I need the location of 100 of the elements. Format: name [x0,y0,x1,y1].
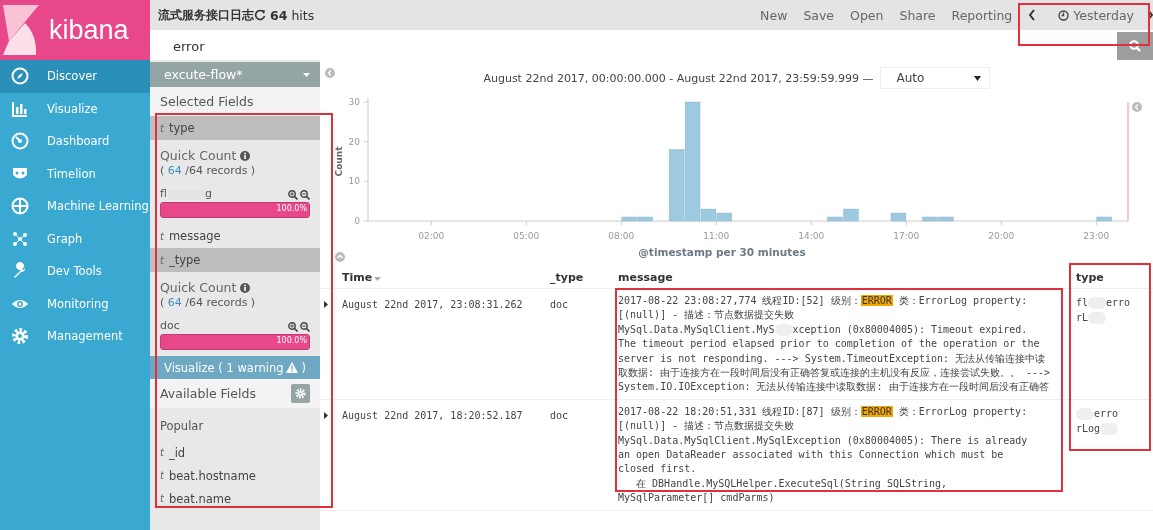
field-type-icon: t [160,493,164,504]
timestamp-text: August 22nd 2017, 23:08:31.262 [342,299,523,310]
time-picker[interactable]: Yesterday [1050,7,1142,23]
histogram-bar[interactable] [827,216,843,222]
column-header[interactable]: message [618,270,673,284]
records-count: ( 64 /64 records ) [160,296,257,309]
histogram-bar[interactable] [890,212,907,222]
field-name[interactable]: t _type [150,248,320,272]
nav-item[interactable]: Dev Tools [0,255,150,288]
zoom-out-icon[interactable] [300,322,310,332]
reload-icon[interactable] [254,9,266,21]
section-heading: Selected Fields [150,87,320,116]
y-tick-label: 20 [348,136,360,147]
settings-icon [295,388,306,399]
x-tick-label: 23:00 [1083,231,1110,241]
x-tick-label: 08:00 [608,231,635,241]
warning-icon [286,362,299,373]
nav-item[interactable]: Machine Learning [0,190,150,223]
field-type-icon: t [160,254,164,266]
zoom-out-icon[interactable] [300,190,310,200]
chevron-left-icon[interactable] [1028,9,1037,21]
x-tick-label: 11:00 [703,231,730,241]
histogram-bar[interactable] [637,216,653,222]
histogram-bar[interactable] [621,216,637,222]
collapse-left-icon[interactable] [325,68,335,78]
field-name[interactable]: t type [150,116,320,140]
nav-item[interactable]: Monitoring [0,287,150,320]
histogram-bar[interactable] [938,216,954,222]
nav-item[interactable]: Discover [0,60,150,93]
kibana-logo-icon [3,5,39,55]
caret-down-icon [973,75,981,81]
field-type-icon: t [160,447,164,458]
index-pattern-dropdown[interactable]: excute-flow* [150,62,320,87]
nav-item[interactable]: Dashboard [0,125,150,158]
expand-caret-icon[interactable] [324,411,328,419]
visualize-button[interactable]: Visualize ( 1 warning ) [150,356,320,379]
nav-item[interactable]: Timelion [0,157,150,190]
hits-count: 64 hits [270,7,315,23]
sort-caret-icon[interactable] [374,276,382,281]
histogram-bar[interactable] [843,208,859,222]
column-header[interactable]: type [1076,270,1104,284]
compass-icon [11,67,29,86]
menu-link[interactable]: Share [891,7,944,23]
section-heading: Popular [159,418,205,435]
records-count: ( 64 /64 records ) [160,164,257,177]
bar-chart-icon [11,99,29,118]
info-icon [240,282,251,293]
clock-icon [1058,9,1070,21]
y-tick-label: 30 [348,97,360,107]
field-name[interactable]: t beat.name [150,487,320,510]
info-icon [240,150,251,161]
search-icon [1129,40,1141,52]
quick-count-label: Quick Count [160,280,237,295]
field-type-icon: t [160,470,164,481]
field-name[interactable]: t _id [150,441,320,464]
collapse-left-icon[interactable] [1132,102,1142,112]
column-header[interactable]: _type [550,270,584,284]
y-tick-label: 0 [354,216,360,226]
log-message: 2017-08-22 23:08:27,774 线程ID:[52] 级别：ERROR 类：ErrorLog property: [(null)] - 描述：节点数据提交失败 MySql.Data.MySqlClient.MyS xception (0x80004005): Timeout expired. The timeout period elapsed prior to completion of the operation or the server is not responding. ---> System.TimeoutException: 无法从传输连接中读 取数据: 由于连接方在一段时间后没有正确答复或连接的主机没有反应，连接尝试失败。。 ---> System.IO.IOException: 无法从传输连接中读取数据: 由于连接方在一段时间后没有正确答 [618,294,1052,395]
nav-item[interactable]: Graph [0,222,150,255]
column-header[interactable]: Time [342,270,382,284]
logo-text: kibana [49,14,129,46]
field-name[interactable]: t beat.hostname [150,464,320,487]
field-value: fl g [160,187,212,200]
field-type-icon: t [160,230,164,242]
menu-link[interactable]: Save [795,7,843,23]
axis-title: @timestamp per 30 minutes [638,246,806,258]
section-heading: Available Fields [160,386,256,401]
field-name[interactable]: t message [150,224,320,248]
settings-icon [11,327,29,346]
x-tick-label: 05:00 [513,231,540,241]
histogram-bar[interactable] [716,212,732,222]
histogram-bar[interactable] [922,216,938,222]
caret-down-icon [303,72,310,77]
timestamp-text: August 22nd 2017, 18:20:52.187 [342,409,523,421]
interval-select[interactable]: Auto [879,67,990,89]
search-button[interactable] [1117,32,1153,60]
percentage-label: 100.0% [276,204,307,213]
zoom-in-icon[interactable] [288,322,298,332]
x-tick-label: 17:00 [893,231,920,241]
x-tick-label: 20:00 [988,231,1015,241]
table-cell-text: erro rLog [1076,406,1120,436]
settings-button[interactable] [291,384,310,403]
menu-link[interactable]: Open [842,7,892,23]
dashboard-title: 流式服务接口日志 [158,6,254,24]
zoom-in-icon[interactable] [288,190,298,200]
table-cell-text: fl erro rL [1076,296,1132,325]
histogram-bar[interactable] [1096,216,1112,222]
collapse-up-icon[interactable] [335,252,345,262]
menu-link[interactable]: Reporting [943,7,1021,23]
expand-caret-icon[interactable] [324,301,328,308]
histogram-bar[interactable] [669,149,685,222]
histogram-bar[interactable] [684,101,701,222]
nav-item[interactable]: Visualize [0,92,150,125]
chevron-right-icon[interactable] [1148,9,1153,21]
histogram-bar[interactable] [700,208,717,222]
nav-item[interactable]: Management [0,320,150,353]
menu-link[interactable]: New [752,7,796,23]
field-type-icon: t [160,122,164,134]
gauge-icon [11,132,29,151]
